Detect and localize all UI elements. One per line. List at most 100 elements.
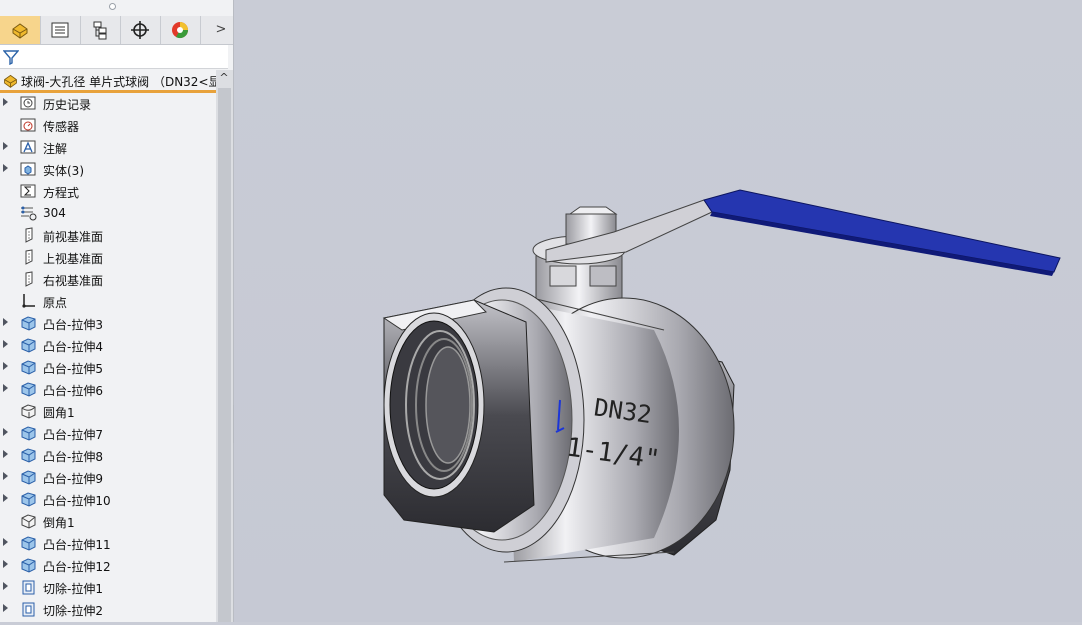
tree-item[interactable]: 切除-拉伸1 xyxy=(0,576,216,598)
cut-extrude-icon xyxy=(20,601,38,617)
tree-item-label: 方程式 xyxy=(43,186,80,200)
plane-icon xyxy=(20,249,38,265)
tree-item[interactable]: 切除-拉伸2 xyxy=(0,598,216,620)
boss-extrude-icon xyxy=(20,491,38,507)
left-hex-end xyxy=(382,299,535,533)
tree-item-label: 304 xyxy=(43,206,66,220)
history-icon xyxy=(20,95,38,111)
boss-extrude-icon xyxy=(20,447,38,463)
tree-item-label: 实体(3) xyxy=(43,164,84,178)
tree-item[interactable]: 凸台-拉伸7 xyxy=(0,422,216,444)
expand-arrow-icon[interactable] xyxy=(3,560,8,568)
tree-root-part[interactable]: 球阀-大孔径 单片式球阀 （DN32<显示 xyxy=(0,70,216,93)
scroll-up-icon[interactable]: ^ xyxy=(219,72,229,83)
tree-item[interactable]: 凸台-拉伸12 xyxy=(0,554,216,576)
tree-scrollbar[interactable]: ^ xyxy=(216,70,233,622)
expand-arrow-icon[interactable] xyxy=(3,318,8,326)
tree-item[interactable]: 传感器 xyxy=(0,114,216,136)
part-icon xyxy=(12,23,28,39)
panel-grip[interactable] xyxy=(0,0,233,14)
tabs-more-arrow[interactable]: > xyxy=(214,22,228,38)
material-icon xyxy=(20,205,38,221)
expand-arrow-icon[interactable] xyxy=(3,164,8,172)
tree-item[interactable]: 右视基准面 xyxy=(0,268,216,290)
tab-configurationmanager[interactable] xyxy=(80,16,121,44)
chamfer-icon xyxy=(20,513,38,529)
expand-arrow-icon[interactable] xyxy=(3,494,8,502)
tree-item[interactable]: 凸台-拉伸9 xyxy=(0,466,216,488)
graphics-viewport[interactable]: DN32 1-1/4" xyxy=(234,0,1082,622)
target-icon xyxy=(131,21,149,39)
tree-item-label: 上视基准面 xyxy=(43,252,104,266)
scroll-thumb[interactable] xyxy=(218,88,231,622)
part-icon xyxy=(4,74,17,88)
tree-item-label: 凸台-拉伸6 xyxy=(43,384,103,398)
tree-item[interactable]: 原点 xyxy=(0,290,216,312)
appearance-icon xyxy=(172,22,189,39)
tree-item[interactable]: 上视基准面 xyxy=(0,246,216,268)
tree-filter[interactable] xyxy=(0,45,228,69)
boss-extrude-icon xyxy=(20,535,38,551)
tree-item[interactable]: 304 xyxy=(0,202,216,224)
expand-arrow-icon[interactable] xyxy=(3,582,8,590)
expand-arrow-icon[interactable] xyxy=(3,428,8,436)
filter-icon xyxy=(3,50,19,65)
manager-tabs: > xyxy=(0,16,233,45)
tree-item-label: 凸台-拉伸10 xyxy=(43,494,111,508)
tree-item-label: 原点 xyxy=(43,296,68,310)
boss-extrude-icon xyxy=(20,557,38,573)
expand-arrow-icon[interactable] xyxy=(3,142,8,150)
equation-icon xyxy=(20,183,38,199)
tree-item[interactable]: 凸台-拉伸4 xyxy=(0,334,216,356)
tree-item-label: 切除-拉伸1 xyxy=(43,582,103,596)
tab-propertymanager[interactable] xyxy=(40,16,81,44)
fillet-icon xyxy=(20,403,38,419)
tree-item[interactable]: 实体(3) xyxy=(0,158,216,180)
tree-item-label: 传感器 xyxy=(43,120,80,134)
cut-extrude-icon xyxy=(20,579,38,595)
tree-item[interactable]: 凸台-拉伸11 xyxy=(0,532,216,554)
plane-icon xyxy=(20,271,38,287)
expand-arrow-icon[interactable] xyxy=(3,450,8,458)
tree-item-label: 切除-拉伸2 xyxy=(43,604,103,618)
tree-item-label: 凸台-拉伸11 xyxy=(43,538,111,552)
expand-arrow-icon[interactable] xyxy=(3,384,8,392)
expand-arrow-icon[interactable] xyxy=(3,538,8,546)
tree-item[interactable]: 倒角1 xyxy=(0,510,216,532)
tree-item[interactable]: 凸台-拉伸3 xyxy=(0,312,216,334)
tree-item[interactable]: 历史记录 xyxy=(0,92,216,114)
expand-arrow-icon[interactable] xyxy=(3,362,8,370)
tree-item[interactable]: 凸台-拉伸8 xyxy=(0,444,216,466)
tree-item-label: 凸台-拉伸5 xyxy=(43,362,103,376)
tab-dimxpert[interactable] xyxy=(120,16,161,44)
boss-extrude-icon xyxy=(20,315,38,331)
plane-icon xyxy=(20,227,38,243)
boss-extrude-icon xyxy=(20,337,38,353)
origin-icon xyxy=(20,293,38,309)
boss-extrude-icon xyxy=(20,359,38,375)
tree-item[interactable]: 前视基准面 xyxy=(0,224,216,246)
tree-item-label: 凸台-拉伸7 xyxy=(43,428,103,442)
expand-arrow-icon[interactable] xyxy=(3,472,8,480)
tree-item-label: 右视基准面 xyxy=(43,274,104,288)
tree-item[interactable]: 凸台-拉伸5 xyxy=(0,356,216,378)
tree-item-label: 注解 xyxy=(43,142,68,156)
expand-arrow-icon[interactable] xyxy=(3,98,8,106)
property-icon xyxy=(51,22,69,38)
tree-item[interactable]: 凸台-拉伸6 xyxy=(0,378,216,400)
tree-item-label: 凸台-拉伸4 xyxy=(43,340,103,354)
tab-displaymanager[interactable] xyxy=(160,16,201,44)
tree-item[interactable]: 注解 xyxy=(0,136,216,158)
annotation-icon xyxy=(20,139,38,155)
tree-item-label: 凸台-拉伸8 xyxy=(43,450,103,464)
tree-item[interactable]: 凸台-拉伸10 xyxy=(0,488,216,510)
tree-item[interactable]: 方程式 xyxy=(0,180,216,202)
ball-valve-model[interactable]: DN32 1-1/4" xyxy=(234,0,1082,622)
tree-item-label: 历史记录 xyxy=(43,98,92,112)
tree-item[interactable]: 圆角1 xyxy=(0,400,216,422)
tab-featuremanager[interactable] xyxy=(0,16,41,44)
boss-extrude-icon xyxy=(20,469,38,485)
expand-arrow-icon[interactable] xyxy=(3,604,8,612)
expand-arrow-icon[interactable] xyxy=(3,340,8,348)
tree-item-label: 前视基准面 xyxy=(43,230,104,244)
